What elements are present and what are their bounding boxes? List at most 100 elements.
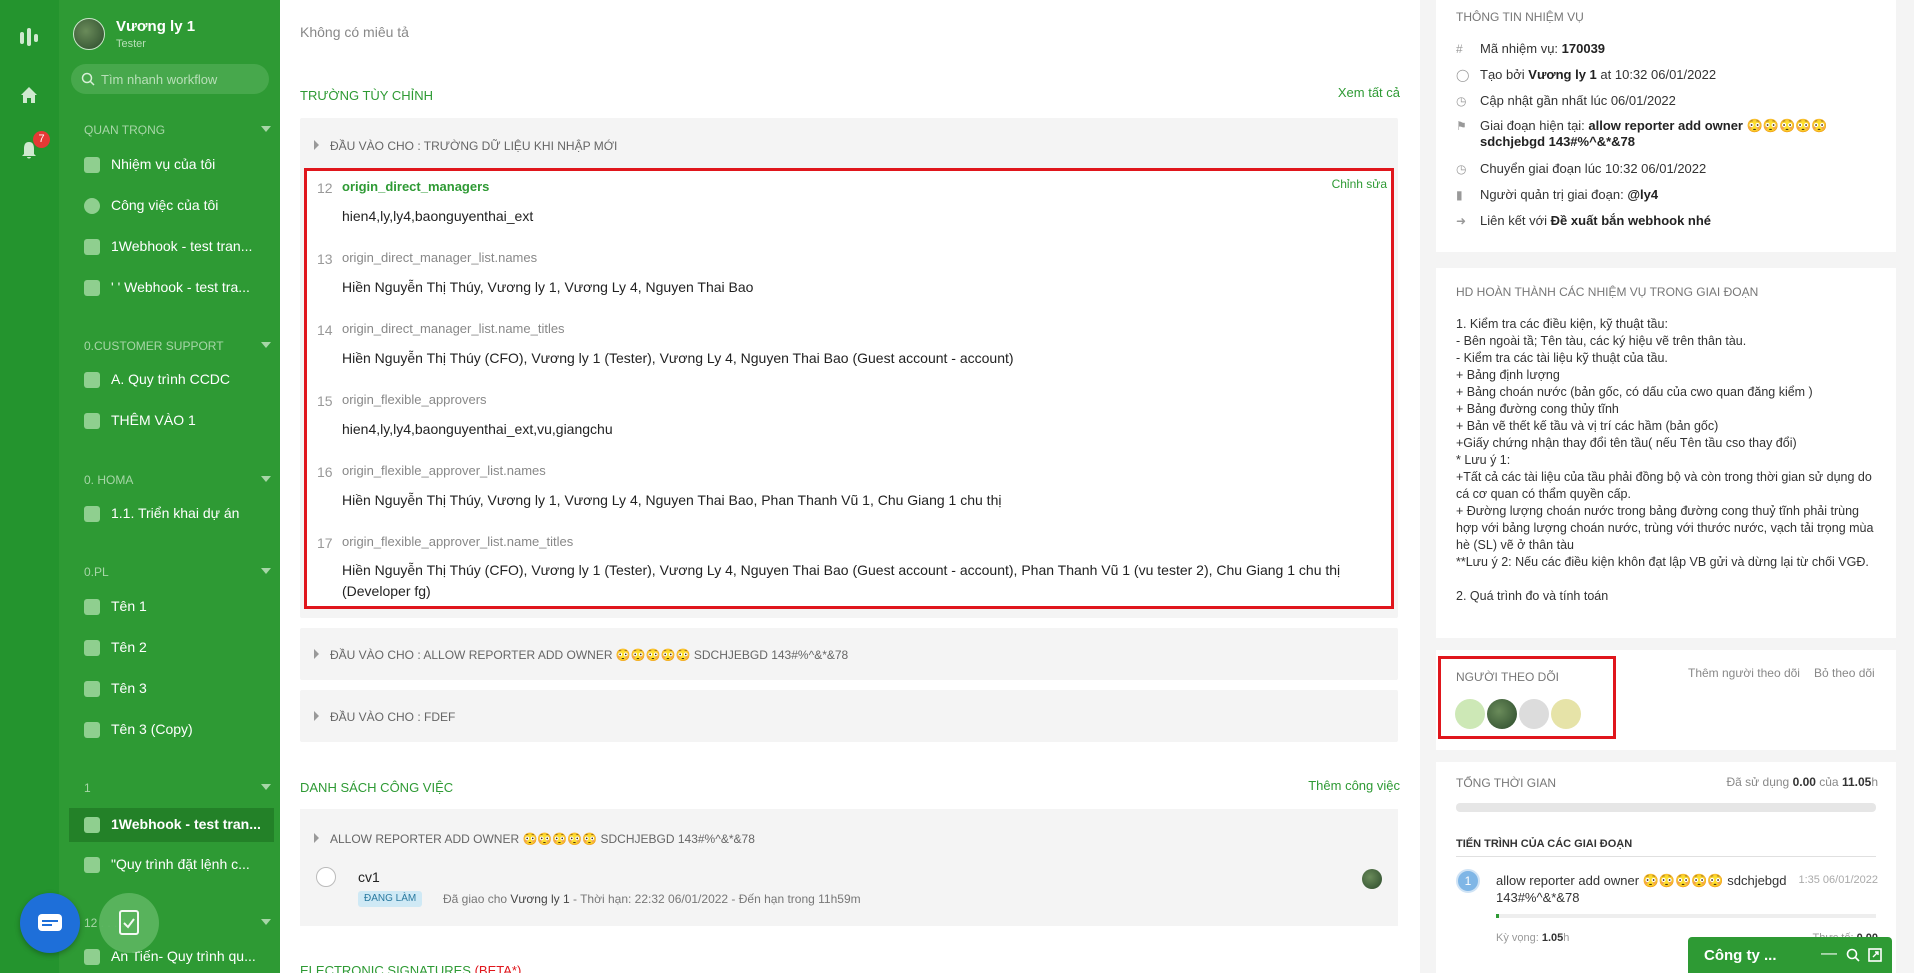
stage-name[interactable]: allow reporter add owner 😳😳😳😳😳 sdchjebgd… [1496,872,1796,906]
workflow-icon [84,949,100,965]
time-used-label: Đã sử dụng [1726,775,1793,789]
sidebar-item-my-work[interactable]: Công việc của tôi [69,191,274,221]
stage-progress-fill [1496,914,1499,918]
sidebar-item-label: Tên 2 [111,639,147,655]
unfollow-link[interactable]: Bỏ theo dõi [1814,666,1875,680]
field-number: 16 [317,464,333,480]
field-group-title[interactable]: ĐẦU VÀO CHO : ALLOW REPORTER ADD OWNER 😳… [330,648,848,662]
field-key: origin_flexible_approver_list.names [342,463,546,478]
expected-value: 1.05 [1541,932,1564,944]
icon-rail: 7 [0,0,59,973]
task-list-title: DANH SÁCH CÔNG VIỆC [300,780,454,795]
chat-title[interactable]: Công ty ... [1704,947,1777,964]
field-group-panel[interactable]: ĐẦU VÀO CHO : ALLOW REPORTER ADD OWNER 😳… [300,628,1398,680]
expected-label: Kỳ vọng: [1496,932,1542,944]
sidebar-item-workflow[interactable]: Tên 3 (Copy) [69,715,274,745]
field-group-title[interactable]: ĐẦU VÀO CHO : FDEF [330,710,455,724]
workflow-icon [84,640,100,656]
sidebar-item-workflow[interactable]: 1Webhook - test tran... [69,232,274,262]
search-input[interactable] [101,70,261,88]
task-group-title[interactable]: ALLOW REPORTER ADD OWNER 😳😳😳😳😳 SDCHJEBGD… [330,832,755,846]
time-used-mid: của [1815,775,1842,789]
sidebar-item-workflow[interactable]: 1.1. Triển khai dự án [69,499,274,529]
field-value: Hiền Nguyễn Thị Thúy (CFO), Vương ly 1 (… [342,350,1014,366]
task-fab-button[interactable] [99,893,159,953]
avatar[interactable] [1487,699,1517,729]
section-header-customer-support[interactable]: 0.CUSTOMER SUPPORT [84,339,224,353]
chevron-right-icon[interactable] [314,140,319,150]
section-header-pl[interactable]: 0.PL [84,565,109,579]
chevron-right-icon[interactable] [314,711,319,721]
task-meta-suffix: - Thời hạn: 22:32 06/01/2022 - Đến hạn t… [569,892,861,906]
workflow-icon [84,681,100,697]
expand-icon[interactable] [1868,948,1882,962]
task-id: 170039 [1561,41,1606,56]
avatar[interactable] [1519,699,1549,729]
info-label: Người quản trị giai đoạn: [1480,187,1628,202]
chevron-down-icon[interactable] [261,568,271,574]
admin-value: @ly4 [1627,187,1659,202]
stage-number: 1 [1456,869,1480,893]
sidebar-item-workflow[interactable]: Tên 3 [69,674,274,704]
sidebar-item-label: "Quy trình đặt lệnh c... [111,856,250,872]
chevron-down-icon[interactable] [261,342,271,348]
chevron-down-icon[interactable] [261,919,271,925]
section-header-homa[interactable]: 0. HOMA [84,473,133,487]
minimize-icon[interactable]: — [1821,945,1837,963]
app-logo-icon[interactable] [18,26,40,48]
updated-text: Cập nhật gần nhất lúc 06/01/2022 [1480,93,1676,108]
avatar[interactable] [73,18,105,50]
sidebar-item-workflow[interactable]: Tên 2 [69,633,274,663]
sidebar-item-my-tasks[interactable]: Nhiệm vụ của tôi [69,150,274,180]
card-title: NGƯỜI THEO DÕI [1456,670,1559,684]
section-header-1[interactable]: 1 [84,781,91,795]
avatar[interactable] [1551,699,1581,729]
task-name[interactable]: cv1 [358,869,380,885]
chevron-down-icon[interactable] [261,784,271,790]
sidebar-item-label: 1Webhook - test tran... [111,238,253,254]
chat-window-tab[interactable]: Công ty ... — [1688,937,1892,973]
field-key: origin_direct_manager_list.names [342,250,538,265]
chat-icon [38,914,62,931]
info-suffix: at 10:32 06/01/2022 [1596,67,1717,82]
sidebar-item-workflow[interactable]: "Quy trình đặt lệnh c... [69,850,274,880]
workflow-icon [84,857,100,873]
view-all-link[interactable]: Xem tất cả [1338,85,1400,100]
home-icon[interactable] [18,84,40,106]
avatar[interactable] [1455,699,1485,729]
edit-link[interactable]: Chỉnh sửa [1332,177,1387,191]
chevron-right-icon[interactable] [314,833,319,843]
search-box[interactable] [71,64,269,94]
field-number: 12 [317,180,333,196]
field-group-title[interactable]: ĐẦU VÀO CHO : TRƯỜNG DỮ LIỆU KHI NHẬP MỚ… [330,139,617,153]
stage-value-cont: sdchjebgd 143#%^&*&78 [1480,134,1635,149]
chevron-down-icon[interactable] [261,476,271,482]
add-follower-link[interactable]: Thêm người theo dõi [1688,666,1800,680]
section-header-quan-trong[interactable]: QUAN TRỌNG [84,123,165,137]
hash-icon: # [1456,42,1463,56]
sidebar-item-workflow[interactable]: Tên 1 [69,592,274,622]
moved-text: Chuyển giai đoạn lúc 10:32 06/01/2022 [1480,161,1707,176]
clipboard-check-icon [119,910,139,935]
sidebar-item-workflow[interactable]: ' ' Webhook - test tra... [69,273,274,303]
task-complete-checkbox[interactable] [316,867,336,887]
clock-icon: ◷ [1456,94,1467,108]
sidebar: Vương ly 1 Tester QUAN TRỌNG Nhiệm vụ củ… [59,0,280,973]
linked-task[interactable]: Đề xuất bắn webhook nhé [1551,213,1711,228]
signatures-title: ELECTRONIC SIGNATURES (BETA*) [300,963,521,973]
search-icon[interactable] [1846,948,1860,962]
add-task-link[interactable]: Thêm công việc [1308,778,1400,793]
user-name[interactable]: Vương ly 1 [116,18,195,35]
expected-time: Kỳ vọng: 1.05h [1496,932,1569,944]
sidebar-item-workflow-active[interactable]: 1Webhook - test tran... [69,808,274,842]
card-title: THÔNG TIN NHIỆM VỤ [1456,10,1584,24]
sidebar-item-workflow[interactable]: A. Quy trình CCDC [69,365,274,395]
stage-time: 1:35 06/01/2022 [1798,874,1878,886]
avatar[interactable] [1362,869,1382,889]
sidebar-item-workflow[interactable]: THÊM VÀO 1 [69,406,274,436]
chat-fab-button[interactable] [20,893,80,953]
chevron-down-icon[interactable] [261,126,271,132]
chevron-right-icon[interactable] [314,649,319,659]
card-title: TỔNG THỜI GIAN [1456,776,1557,790]
field-group-panel[interactable]: ĐẦU VÀO CHO : FDEF [300,690,1398,742]
